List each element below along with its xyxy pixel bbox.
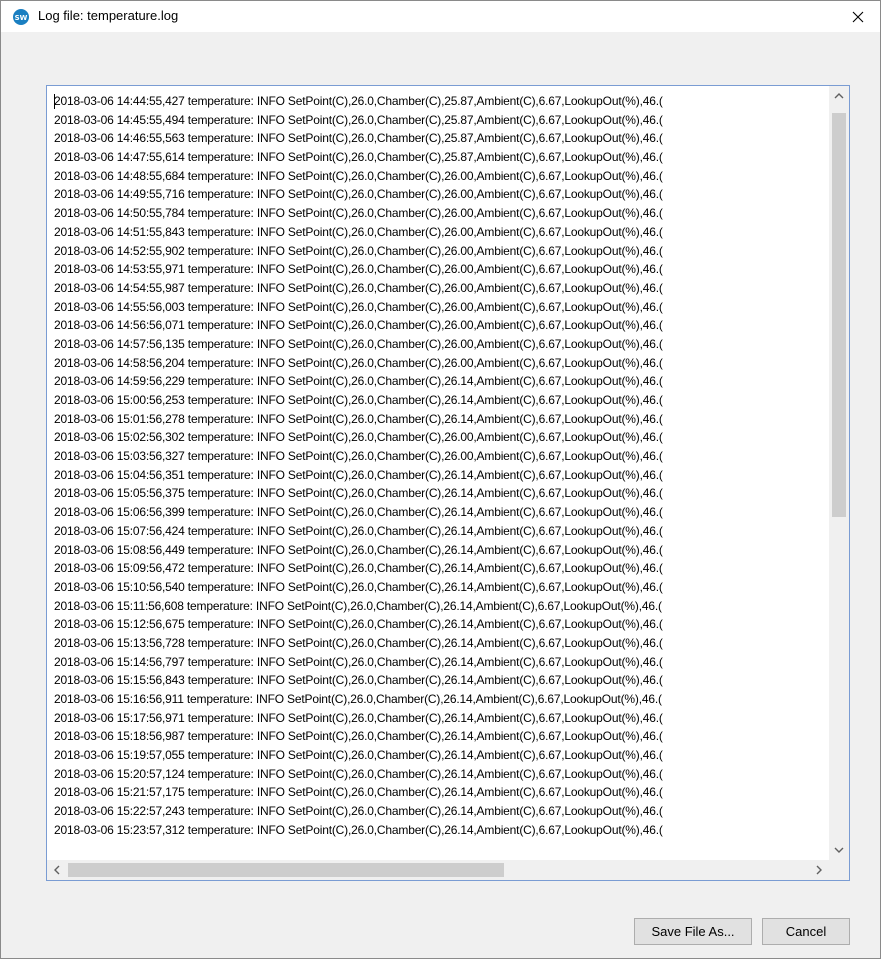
scroll-corner xyxy=(829,860,849,880)
log-text-area[interactable]: 2018-03-06 14:44:55,427 temperature: INF… xyxy=(46,85,850,881)
log-line: 2018-03-06 15:19:57,055 temperature: INF… xyxy=(54,748,663,763)
log-line: 2018-03-06 15:14:56,797 temperature: INF… xyxy=(54,654,663,669)
horizontal-scroll-thumb[interactable] xyxy=(68,863,504,877)
log-line: 2018-03-06 14:47:55,614 temperature: INF… xyxy=(54,150,663,165)
log-line: 2018-03-06 15:20:57,124 temperature: INF… xyxy=(54,766,663,781)
log-line: 2018-03-06 15:01:56,278 temperature: INF… xyxy=(54,411,663,426)
close-icon xyxy=(852,11,864,22)
chevron-up-icon xyxy=(834,93,844,99)
app-icon: SW xyxy=(13,9,29,25)
log-line: 2018-03-06 14:45:55,494 temperature: INF… xyxy=(54,112,663,127)
log-line: 2018-03-06 14:57:56,135 temperature: INF… xyxy=(54,336,663,351)
log-line: 2018-03-06 15:06:56,399 temperature: INF… xyxy=(54,505,663,520)
log-line: 2018-03-06 15:07:56,424 temperature: INF… xyxy=(54,523,663,538)
log-line: 2018-03-06 14:44:55,427 temperature: INF… xyxy=(54,94,663,108)
scroll-down-button[interactable] xyxy=(829,840,849,860)
log-line: 2018-03-06 14:49:55,716 temperature: INF… xyxy=(54,187,663,202)
log-line: 2018-03-06 15:21:57,175 temperature: INF… xyxy=(54,785,663,800)
log-line: 2018-03-06 14:54:55,987 temperature: INF… xyxy=(54,280,663,295)
vertical-scroll-thumb[interactable] xyxy=(832,113,846,517)
log-line: 2018-03-06 14:51:55,843 temperature: INF… xyxy=(54,224,663,239)
log-line: 2018-03-06 14:52:55,902 temperature: INF… xyxy=(54,243,663,258)
log-line: 2018-03-06 14:55:56,003 temperature: INF… xyxy=(54,299,663,314)
log-line: 2018-03-06 15:09:56,472 temperature: INF… xyxy=(54,561,663,576)
text-caret xyxy=(54,94,55,109)
chevron-down-icon xyxy=(834,847,844,853)
chevron-left-icon xyxy=(54,865,60,875)
log-line: 2018-03-06 15:16:56,911 temperature: INF… xyxy=(54,692,662,706)
log-line: 2018-03-06 14:59:56,229 temperature: INF… xyxy=(54,374,663,389)
vertical-scrollbar[interactable] xyxy=(829,86,849,860)
log-line: 2018-03-06 15:13:56,728 temperature: INF… xyxy=(54,635,663,650)
log-line: 2018-03-06 15:15:56,843 temperature: INF… xyxy=(54,673,663,688)
log-line: 2018-03-06 15:18:56,987 temperature: INF… xyxy=(54,729,663,744)
log-line: 2018-03-06 14:46:55,563 temperature: INF… xyxy=(54,131,663,146)
log-line: 2018-03-06 15:03:56,327 temperature: INF… xyxy=(54,449,663,464)
log-line: 2018-03-06 15:23:57,312 temperature: INF… xyxy=(54,822,663,837)
log-line: 2018-03-06 14:58:56,204 temperature: INF… xyxy=(54,355,663,370)
log-line: 2018-03-06 15:08:56,449 temperature: INF… xyxy=(54,542,663,557)
log-line: 2018-03-06 15:04:56,351 temperature: INF… xyxy=(54,467,663,482)
title-bar[interactable]: SW Log file: temperature.log xyxy=(1,1,880,32)
log-line: 2018-03-06 15:02:56,302 temperature: INF… xyxy=(54,430,663,445)
log-line: 2018-03-06 15:10:56,540 temperature: INF… xyxy=(54,579,663,594)
log-line: 2018-03-06 14:48:55,684 temperature: INF… xyxy=(54,168,663,183)
log-line: 2018-03-06 14:50:55,784 temperature: INF… xyxy=(54,206,663,221)
log-line: 2018-03-06 15:12:56,675 temperature: INF… xyxy=(54,617,663,632)
log-viewport[interactable]: 2018-03-06 14:44:55,427 temperature: INF… xyxy=(47,86,829,860)
close-button[interactable] xyxy=(838,1,878,32)
svg-text:SW: SW xyxy=(15,14,28,22)
scroll-left-button[interactable] xyxy=(47,860,67,880)
log-lines: 2018-03-06 14:44:55,427 temperature: INF… xyxy=(54,92,663,840)
log-file-dialog: SW Log file: temperature.log 2018-03-06 … xyxy=(0,0,881,959)
window-title: Log file: temperature.log xyxy=(38,8,179,23)
save-file-as-button[interactable]: Save File As... xyxy=(634,918,752,945)
log-line: 2018-03-06 14:53:55,971 temperature: INF… xyxy=(54,262,663,277)
log-line: 2018-03-06 15:00:56,253 temperature: INF… xyxy=(54,393,663,407)
chevron-right-icon xyxy=(816,865,822,875)
log-line: 2018-03-06 15:11:56,608 temperature: INF… xyxy=(54,598,662,613)
log-line: 2018-03-06 15:22:57,243 temperature: INF… xyxy=(54,804,663,819)
scroll-right-button[interactable] xyxy=(809,860,829,880)
cancel-button[interactable]: Cancel xyxy=(762,918,850,945)
horizontal-scrollbar[interactable] xyxy=(47,860,829,880)
log-line: 2018-03-06 15:17:56,971 temperature: INF… xyxy=(54,710,663,725)
log-line: 2018-03-06 14:56:56,071 temperature: INF… xyxy=(54,318,663,333)
scroll-up-button[interactable] xyxy=(829,86,849,106)
log-line: 2018-03-06 15:05:56,375 temperature: INF… xyxy=(54,486,663,501)
